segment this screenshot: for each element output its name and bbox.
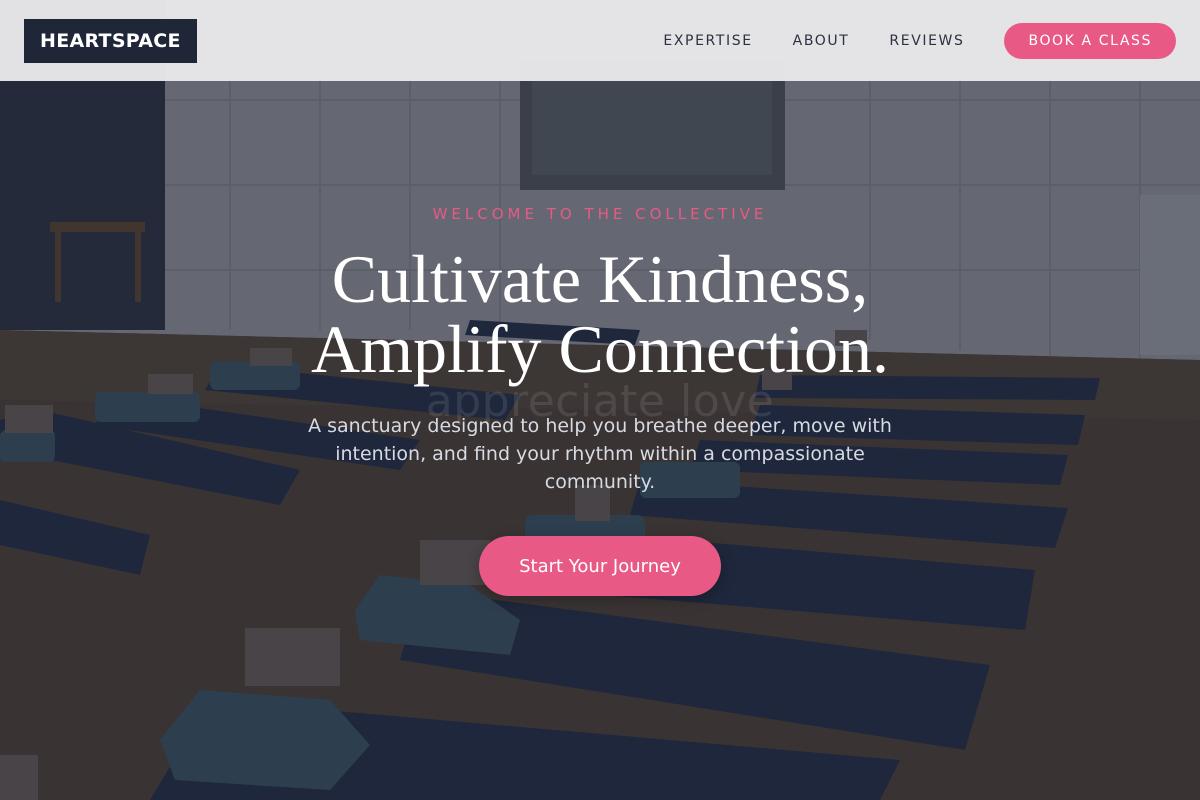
nav-link-about[interactable]: ABOUT: [793, 33, 850, 49]
hero-eyebrow: WELCOME TO THE COLLECTIVE: [432, 205, 768, 223]
nav-link-expertise[interactable]: EXPERTISE: [663, 33, 752, 49]
hero-headline: Cultivate Kindness, Amplify Connection.: [0, 244, 1200, 384]
logo[interactable]: HEARTSPACE: [24, 18, 197, 63]
hero-section: WELCOME TO THE COLLECTIVE Cultivate Kind…: [0, 0, 1200, 800]
hero-subtext: A sanctuary designed to help you breathe…: [308, 415, 892, 493]
page: HEARTSPACE EXPERTISE ABOUT REVIEWS BOOK …: [0, 0, 1200, 800]
hero-headline-line1: Cultivate Kindness,: [331, 241, 869, 317]
book-a-class-button[interactable]: BOOK A CLASS: [1004, 22, 1176, 59]
site-header: HEARTSPACE EXPERTISE ABOUT REVIEWS BOOK …: [0, 0, 1200, 81]
hero-headline-line2: Amplify Connection.: [311, 311, 889, 387]
start-your-journey-button[interactable]: Start Your Journey: [479, 536, 721, 596]
nav-link-reviews[interactable]: REVIEWS: [889, 33, 964, 49]
main-nav: EXPERTISE ABOUT REVIEWS BOOK A CLASS: [663, 22, 1176, 59]
